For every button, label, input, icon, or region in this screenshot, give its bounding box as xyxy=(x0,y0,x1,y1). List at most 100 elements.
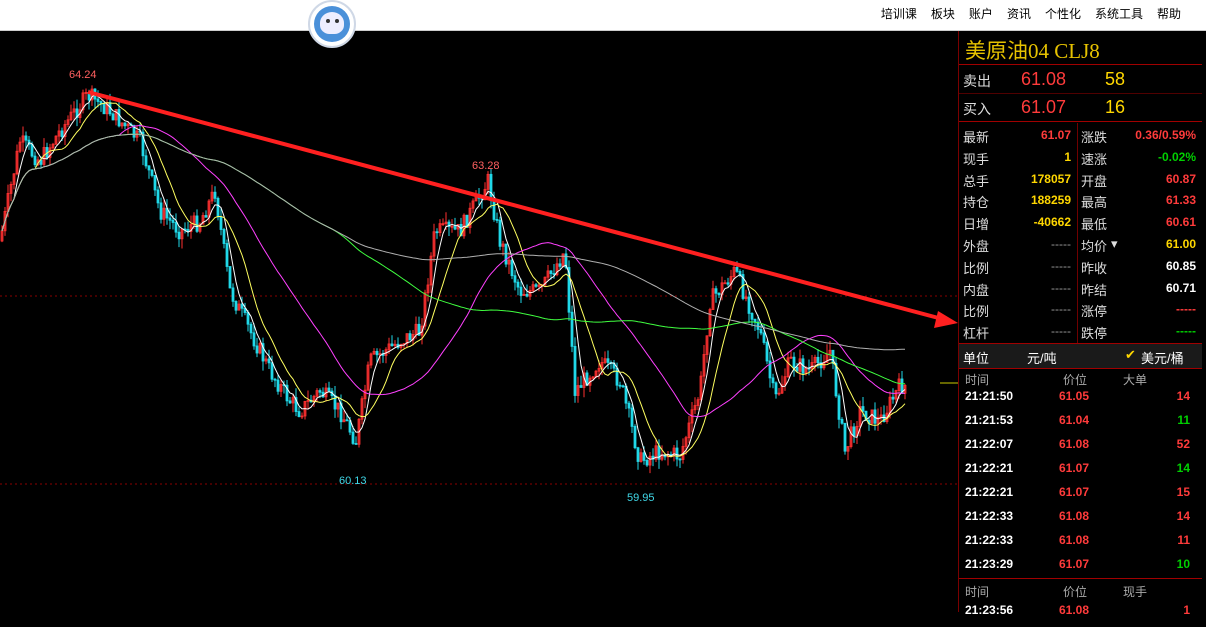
candle-body xyxy=(747,296,751,314)
tick-row: 21:22:21 61.07 14 xyxy=(959,461,1202,485)
unit-option-yuan-per-ton[interactable]: 元/吨 xyxy=(1027,348,1057,367)
stat-right-label: 速涨 xyxy=(1081,151,1108,167)
tick-price: 61.07 xyxy=(1059,557,1090,571)
candle-body xyxy=(150,169,154,176)
stat-left-label: 日增 xyxy=(963,217,990,233)
stat-right-label: 昨结 xyxy=(1081,282,1108,298)
stat-left-value: ----- xyxy=(1051,324,1071,339)
dropdown-arrow-icon[interactable]: ▾ xyxy=(1111,236,1118,252)
candle-body xyxy=(513,275,517,283)
tick-price: 61.08 xyxy=(1059,533,1090,547)
stat-left-value: ----- xyxy=(1051,237,1071,251)
tick-volume: 11 xyxy=(1177,533,1190,547)
tick-row: 21:21:50 61.05 14 xyxy=(959,389,1202,413)
candle-body xyxy=(891,396,895,400)
stat-right-label: 昨收 xyxy=(1081,260,1108,276)
candle-body xyxy=(225,243,229,267)
candle-body xyxy=(678,458,682,461)
unit-option-usd-per-barrel[interactable]: 美元/桶 xyxy=(1141,348,1184,367)
candle-body xyxy=(633,426,637,449)
menu-account[interactable]: 账户 xyxy=(962,5,1000,22)
stat-right-value: 60.71 xyxy=(1165,280,1196,295)
candle-body xyxy=(195,215,199,232)
candle-body xyxy=(645,460,649,466)
stat-left-value: 178057 xyxy=(1030,171,1071,186)
candle-body xyxy=(273,378,277,381)
candle-body xyxy=(795,366,799,372)
top-menu-bar: 培训课 板块 账户 资讯 个性化 系统工具 帮助 xyxy=(0,0,1206,31)
ticks-header-price: 价位 xyxy=(1063,373,1088,387)
candle-body xyxy=(288,400,292,404)
sell-volume: 58 xyxy=(1105,69,1126,89)
tick-price: 61.08 xyxy=(1059,509,1090,523)
label-low-59-95: 59.95 xyxy=(627,492,655,504)
stat-left-value: -40662 xyxy=(1033,215,1071,230)
candle-body xyxy=(627,402,631,409)
stat-left-label: 外盘 xyxy=(963,239,990,254)
stats-row: 内盘 ----- 昨结 60.71 xyxy=(959,277,1202,299)
tick-volume: 14 xyxy=(1176,509,1190,523)
stat-right-value: 61.00 xyxy=(1165,237,1196,251)
stat-right-value: ----- xyxy=(1176,302,1196,317)
stat-left-value: ----- xyxy=(1051,258,1071,273)
ticks-header-volume: 大单 xyxy=(1123,373,1148,387)
candle-body xyxy=(498,219,502,247)
candle-body xyxy=(234,300,238,311)
candle-body xyxy=(840,418,844,424)
moving-averages xyxy=(1,94,906,460)
moving-average-line xyxy=(1,94,906,460)
stats-row: 总手 178057 开盘 60.87 xyxy=(959,168,1202,190)
candle-body xyxy=(204,215,208,218)
tick-row: 21:23:56 61.08 1 xyxy=(959,603,1202,627)
candle-body xyxy=(96,98,100,102)
buy-price: 61.07 xyxy=(1021,97,1067,117)
candle-body xyxy=(771,377,775,384)
stat-left-value: 188259 xyxy=(1030,193,1071,208)
mascot-avatar-icon[interactable] xyxy=(308,0,356,48)
candle-body xyxy=(735,267,739,272)
unit-selector: 单位 元/吨 ✔ 美元/桶 xyxy=(959,343,1202,369)
candle-body xyxy=(621,385,625,388)
stat-right-label: 开盘 xyxy=(1081,173,1108,189)
candle-body xyxy=(579,385,583,388)
stats-row: 外盘 ----- 均价 ▾ 61.00 xyxy=(959,233,1202,255)
candle-body xyxy=(516,281,520,288)
stat-right-value: 60.87 xyxy=(1165,171,1196,186)
candle-body xyxy=(267,358,271,364)
candlestick-chart[interactable]: 64.24 63.28 60.13 59.95 xyxy=(0,31,958,612)
tick-time: 21:23:56 xyxy=(965,603,1014,617)
candle-body xyxy=(495,219,499,221)
candle-body xyxy=(252,332,256,347)
menu-news[interactable]: 资讯 xyxy=(1000,5,1038,22)
candle-body xyxy=(726,282,730,285)
candle-body xyxy=(171,219,175,223)
candle-body xyxy=(33,155,37,166)
tick-volume: 11 xyxy=(1177,413,1190,427)
candle-body xyxy=(792,356,796,368)
candle-body xyxy=(738,271,742,275)
candle-body xyxy=(675,447,679,460)
candle-body xyxy=(549,270,553,274)
candle-body xyxy=(351,431,355,444)
stats-row: 持仓 188259 最高 61.33 xyxy=(959,189,1202,211)
trendline-arrowhead xyxy=(934,311,958,328)
candle-body xyxy=(765,342,769,362)
tick-time: 21:21:50 xyxy=(965,389,1014,403)
candle-body xyxy=(774,382,778,395)
stat-left-label: 持仓 xyxy=(963,195,990,211)
stat-right-value: 60.61 xyxy=(1165,215,1196,230)
label-high-63-28: 63.28 xyxy=(472,160,500,172)
menu-system-tools[interactable]: 系统工具 xyxy=(1088,5,1150,22)
moving-average-line xyxy=(1,102,906,458)
candle-body xyxy=(354,443,358,445)
candle-body xyxy=(270,362,274,380)
menu-personalize[interactable]: 个性化 xyxy=(1038,5,1088,22)
stats-row: 现手 1 速涨 -0.02% xyxy=(959,146,1202,168)
label-low-60-13: 60.13 xyxy=(339,475,367,487)
menu-help[interactable]: 帮助 xyxy=(1150,5,1188,22)
menu-training[interactable]: 培训课 xyxy=(874,5,924,22)
stat-right-label: 最高 xyxy=(1081,195,1108,211)
menu-sector[interactable]: 板块 xyxy=(924,5,962,22)
stats-row: 最新 61.07 涨跌 0.36/0.59% xyxy=(959,124,1202,146)
tick-price: 61.08 xyxy=(1059,603,1090,617)
